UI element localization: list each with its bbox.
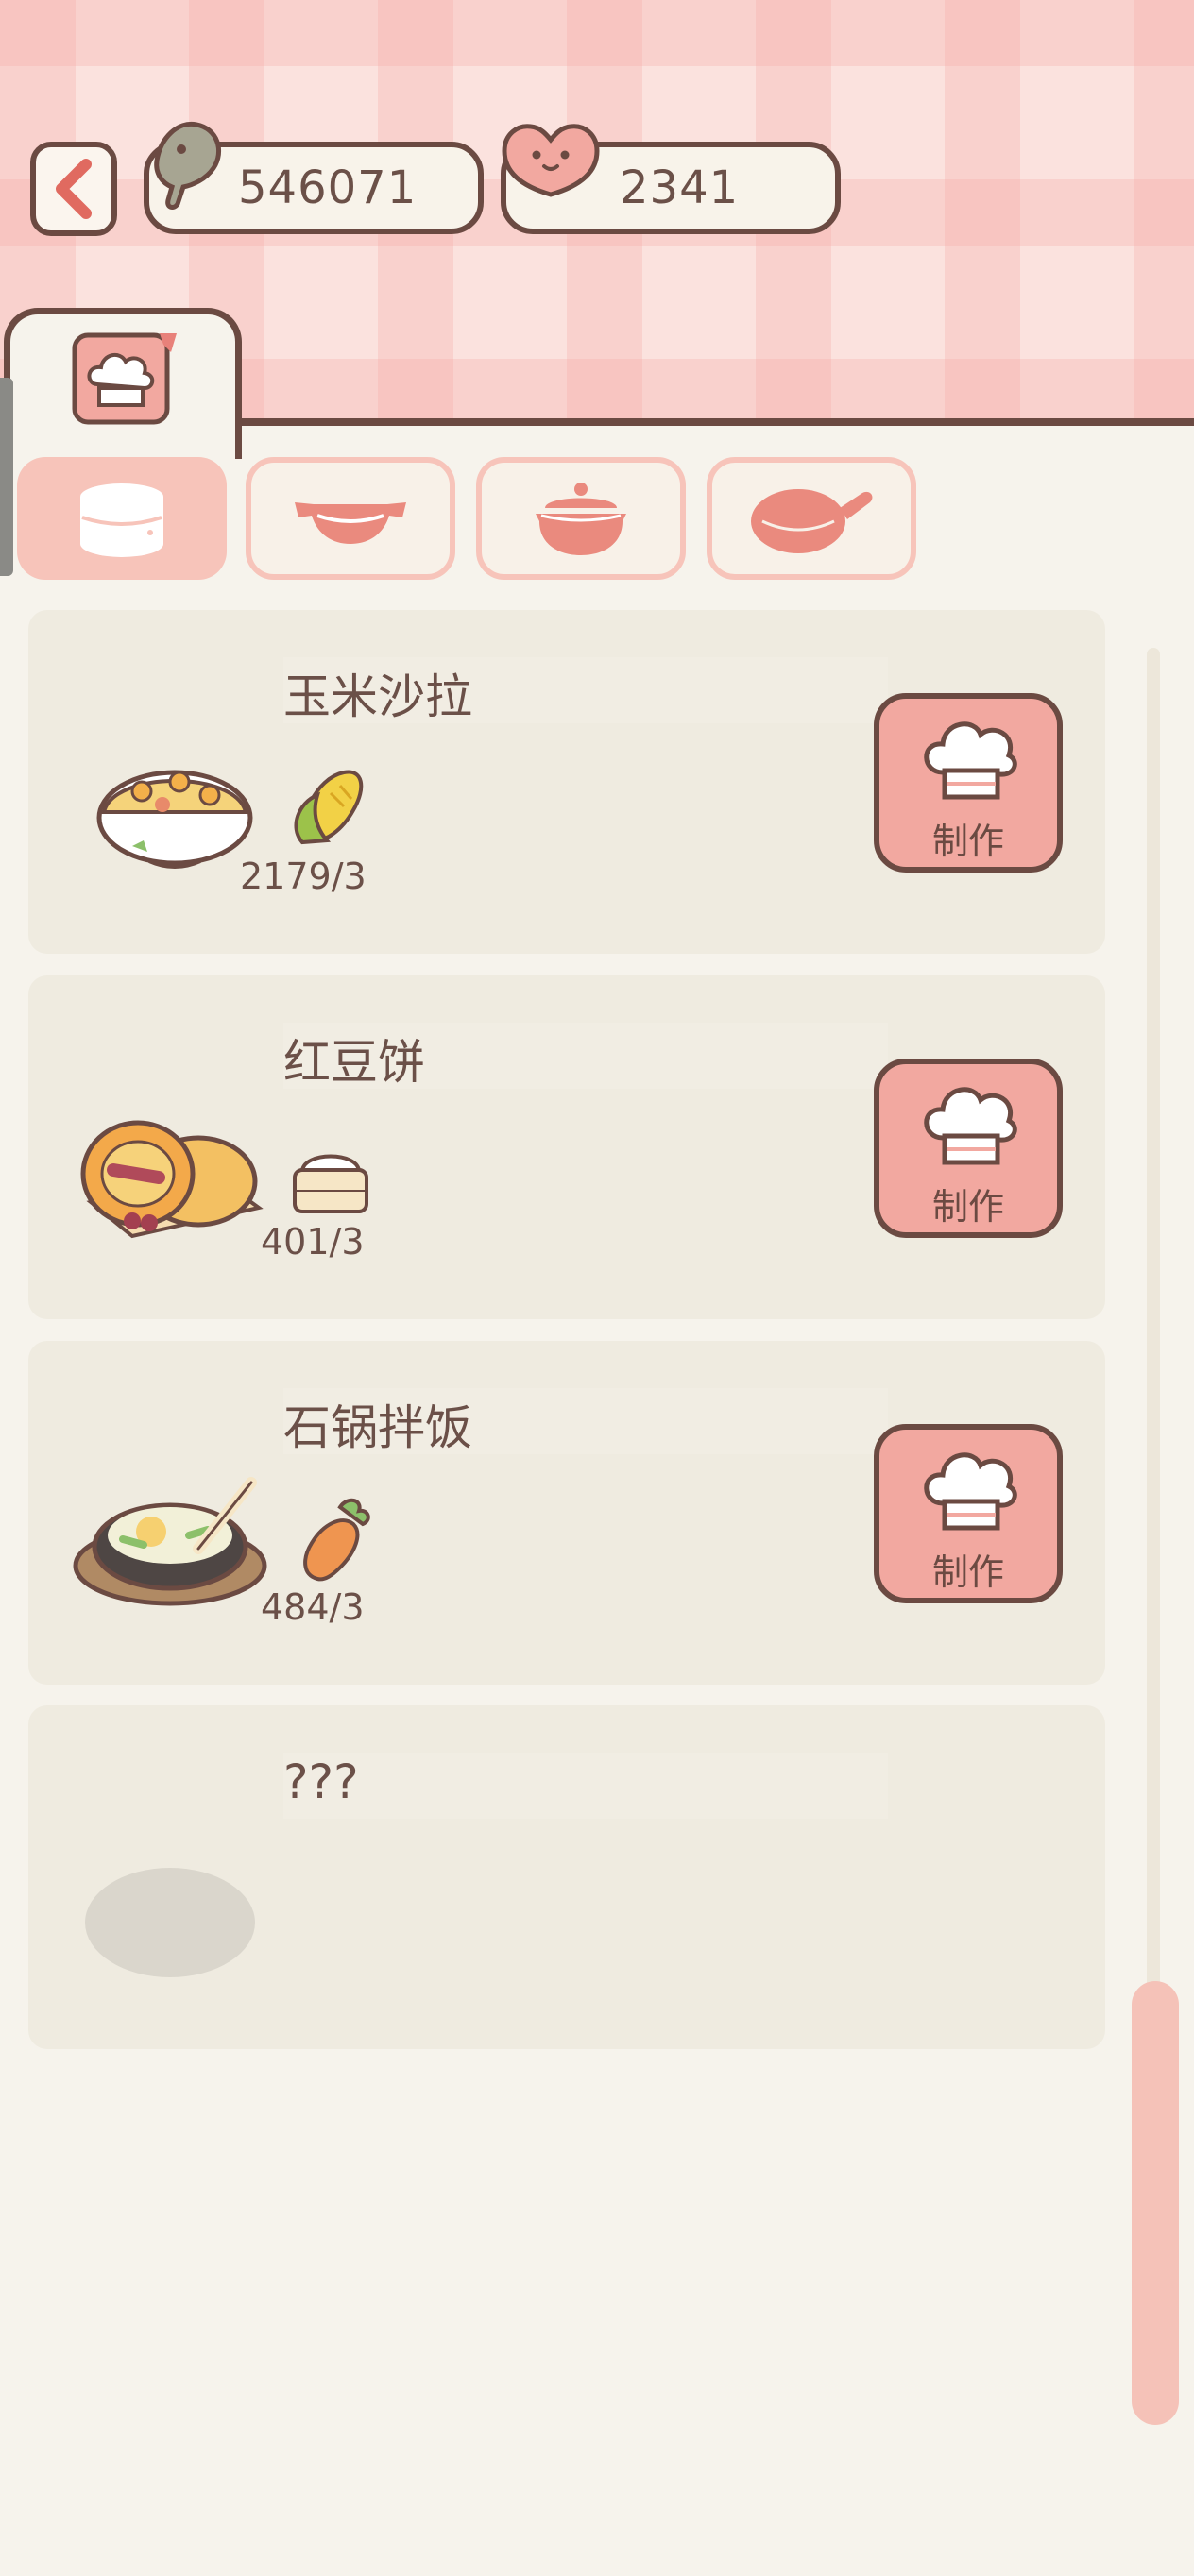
make-button[interactable]: 制作	[874, 1424, 1063, 1603]
recipe-name: 石锅拌饭	[283, 1400, 472, 1455]
scrollbar-thumb[interactable]	[1132, 1981, 1179, 2425]
ingredient-count: 2179/3	[240, 856, 367, 897]
steamer-icon	[80, 483, 163, 557]
bibimbap-dish-icon	[73, 1477, 267, 1606]
red-bean-cake-dish-icon	[80, 1120, 264, 1239]
ingredient-count: 401/3	[261, 1221, 365, 1263]
category-frying-pan-tab[interactable]	[707, 457, 916, 580]
chef-hat-icon	[924, 1452, 1017, 1531]
recipe-card-stone-pot-bibimbap: 石锅拌饭 484/3 制作	[28, 1341, 1105, 1685]
recipe-card-red-bean-cake: 红豆饼 401/3 制作	[28, 975, 1105, 1319]
recipe-name: ???	[283, 1754, 359, 1809]
back-button[interactable]	[30, 142, 117, 236]
make-button-label: 制作	[931, 1551, 1004, 1593]
make-button[interactable]: 制作	[874, 693, 1063, 873]
category-wok-tab[interactable]	[246, 457, 455, 580]
make-button[interactable]: 制作	[874, 1059, 1063, 1238]
clay-pot-icon	[536, 483, 626, 555]
rice-flour-icon	[293, 1154, 368, 1213]
tab-strip-divider	[227, 418, 1194, 426]
make-button-label: 制作	[931, 1186, 1004, 1228]
recipe-name: 红豆饼	[283, 1035, 425, 1090]
chevron-left-icon	[56, 159, 92, 219]
heart-face-icon	[502, 124, 600, 197]
make-button-label: 制作	[931, 821, 1004, 862]
fish-count: 546071	[238, 161, 418, 214]
chef-hat-icon	[924, 721, 1017, 800]
side-drawer-handle[interactable]	[0, 378, 13, 576]
fish-icon	[154, 121, 222, 210]
chef-hat-icon	[924, 1087, 1017, 1165]
corn-icon	[294, 770, 364, 845]
recipe-card-locked: ???	[28, 1705, 1105, 2049]
category-steamer-tab[interactable]	[17, 457, 227, 580]
wok-icon	[295, 502, 406, 544]
ingredient-count: 484/3	[261, 1586, 365, 1628]
carrot-icon	[303, 1498, 370, 1582]
recipe-name: 玉米沙拉	[283, 669, 472, 724]
recipe-book-icon	[72, 332, 177, 425]
locked-dish-silhouette	[85, 1868, 255, 1977]
category-clay-pot-tab[interactable]	[476, 457, 686, 580]
frying-pan-icon	[751, 489, 873, 553]
recipe-name-banner	[283, 1753, 888, 1819]
tab-recipe-book[interactable]	[4, 308, 242, 459]
heart-count: 2341	[620, 161, 740, 214]
recipe-card-corn-salad: 玉米沙拉 2179/3 制作	[28, 610, 1105, 954]
